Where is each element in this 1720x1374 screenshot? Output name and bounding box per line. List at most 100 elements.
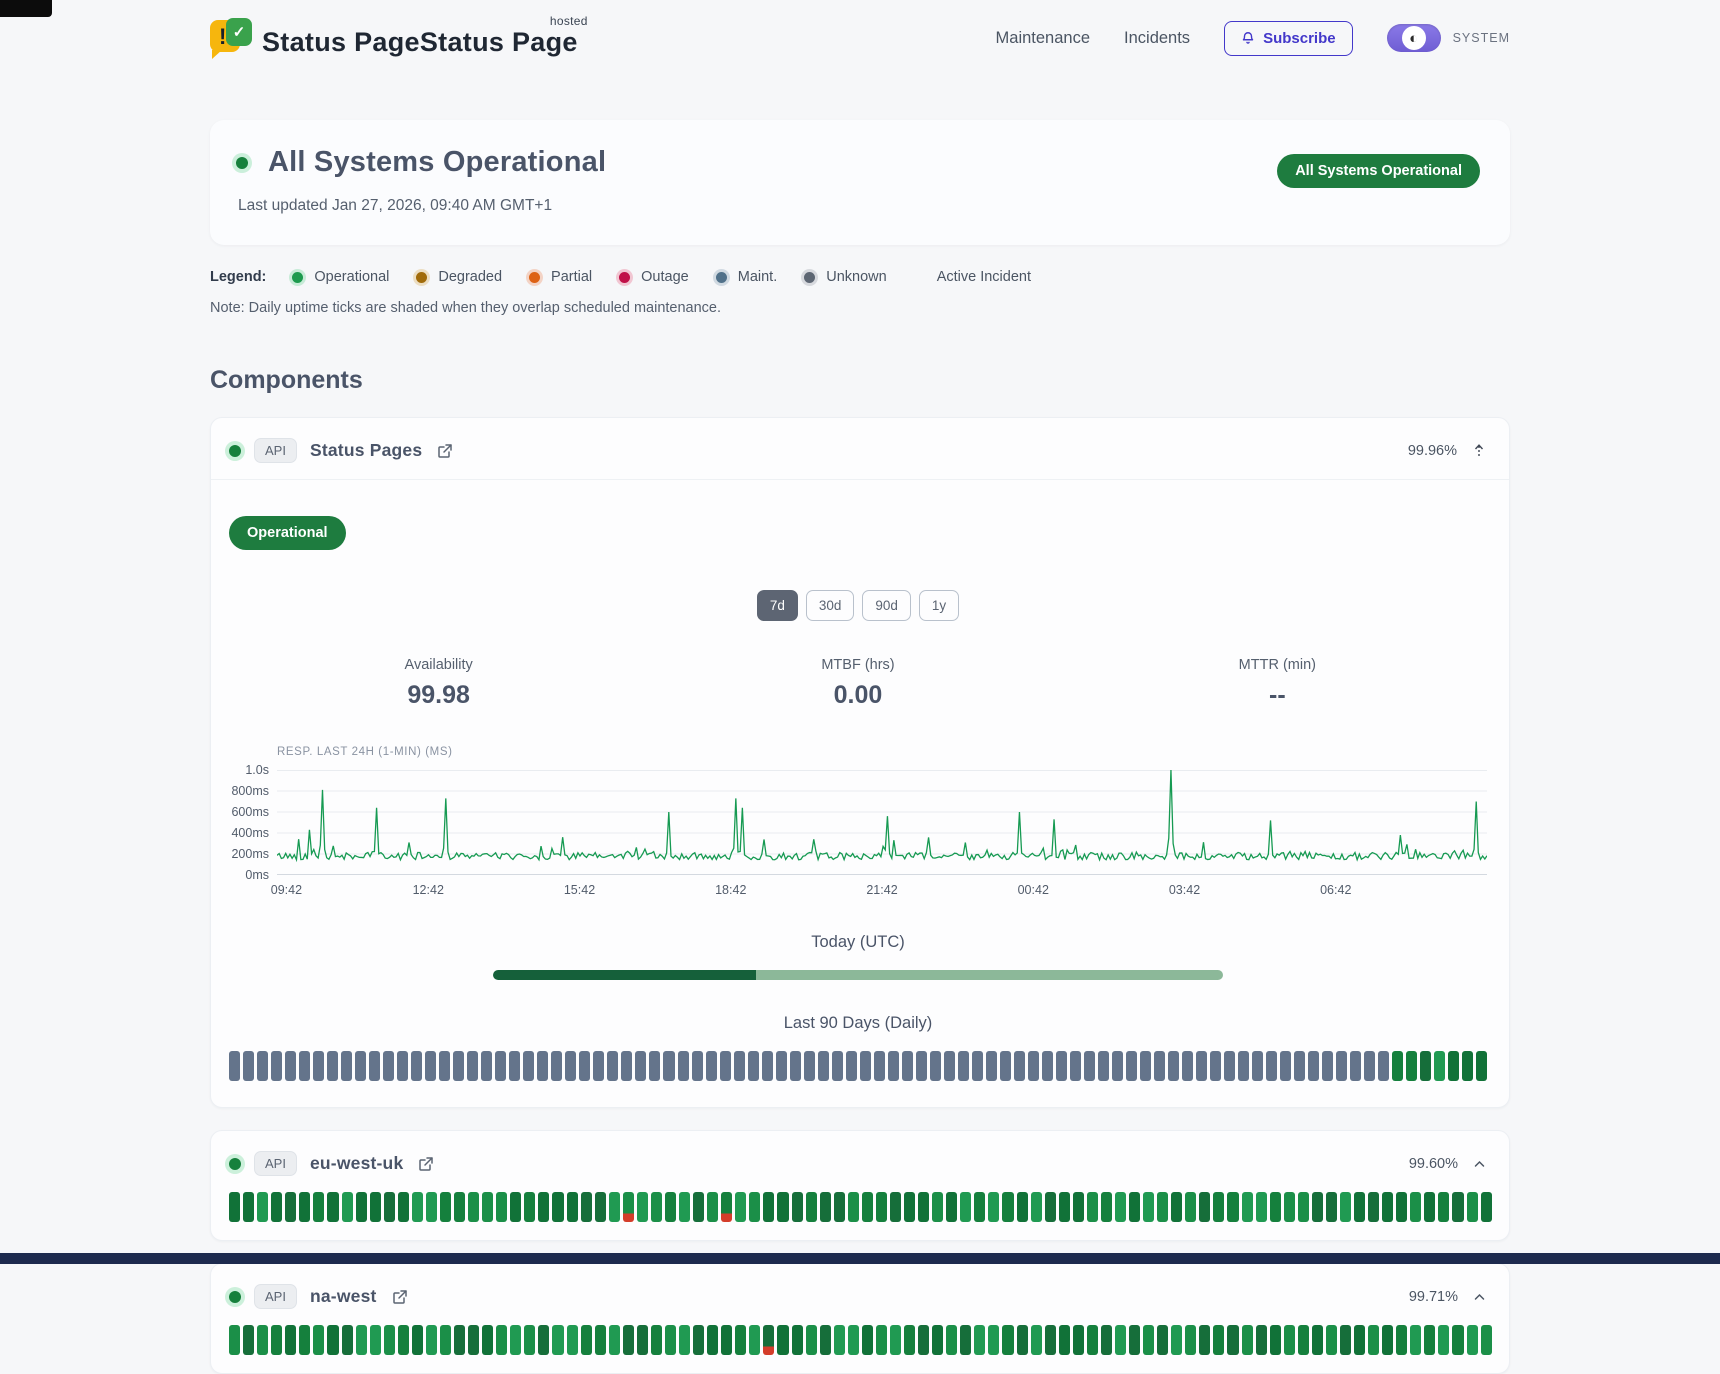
uptime-tick[interactable]	[834, 1325, 845, 1355]
uptime-tick[interactable]	[1143, 1325, 1154, 1355]
uptime-tick[interactable]	[663, 1051, 674, 1081]
uptime-tick[interactable]	[1298, 1325, 1309, 1355]
uptime-tick[interactable]	[510, 1192, 521, 1222]
uptime-tick[interactable]	[874, 1051, 885, 1081]
uptime-tick[interactable]	[1070, 1051, 1081, 1081]
uptime-tick[interactable]	[734, 1051, 745, 1081]
uptime-tick[interactable]	[988, 1325, 999, 1355]
uptime-tick[interactable]	[229, 1192, 240, 1222]
uptime-tick[interactable]	[1031, 1192, 1042, 1222]
uptime-tick[interactable]	[916, 1051, 927, 1081]
nav-item-maintenance[interactable]: Maintenance	[996, 29, 1090, 48]
uptime-tick[interactable]	[804, 1051, 815, 1081]
uptime-tick[interactable]	[790, 1051, 801, 1081]
uptime-tick[interactable]	[551, 1051, 562, 1081]
brand-logo[interactable]: ! ✓ Status PageStatus Page hosted	[210, 18, 582, 58]
uptime-tick[interactable]	[1424, 1325, 1435, 1355]
uptime-tick[interactable]	[355, 1051, 366, 1081]
uptime-tick[interactable]	[1073, 1192, 1084, 1222]
uptime-tick[interactable]	[1087, 1325, 1098, 1355]
uptime-tick[interactable]	[1171, 1325, 1182, 1355]
uptime-tick[interactable]	[792, 1192, 803, 1222]
uptime-tick[interactable]	[1252, 1051, 1263, 1081]
uptime-tick[interactable]	[1045, 1192, 1056, 1222]
uptime-tick[interactable]	[1326, 1192, 1337, 1222]
uptime-tick[interactable]	[595, 1325, 606, 1355]
uptime-tick[interactable]	[1129, 1325, 1140, 1355]
uptime-tick[interactable]	[1084, 1051, 1095, 1081]
uptime-tick[interactable]	[509, 1051, 520, 1081]
uptime-tick[interactable]	[749, 1325, 760, 1355]
uptime-tick[interactable]	[398, 1192, 409, 1222]
uptime-tick[interactable]	[651, 1325, 662, 1355]
uptime-tick[interactable]	[860, 1051, 871, 1081]
uptime-tick[interactable]	[763, 1325, 774, 1355]
uptime-tick[interactable]	[679, 1325, 690, 1355]
uptime-tick[interactable]	[904, 1325, 915, 1355]
uptime-tick[interactable]	[777, 1192, 788, 1222]
uptime-tick[interactable]	[1256, 1325, 1267, 1355]
uptime-tick[interactable]	[426, 1325, 437, 1355]
uptime-tick[interactable]	[846, 1051, 857, 1081]
uptime-tick[interactable]	[426, 1192, 437, 1222]
uptime-tick[interactable]	[748, 1051, 759, 1081]
uptime-tick[interactable]	[356, 1192, 367, 1222]
external-link-icon[interactable]	[437, 443, 453, 459]
uptime-tick[interactable]	[721, 1325, 732, 1355]
uptime-tick[interactable]	[1266, 1051, 1277, 1081]
uptime-tick[interactable]	[678, 1051, 689, 1081]
uptime-tick[interactable]	[749, 1192, 760, 1222]
uptime-tick[interactable]	[707, 1325, 718, 1355]
uptime-tick[interactable]	[524, 1325, 535, 1355]
uptime-tick[interactable]	[454, 1192, 465, 1222]
uptime-tick[interactable]	[1028, 1051, 1039, 1081]
uptime-tick[interactable]	[1098, 1051, 1109, 1081]
uptime-tick[interactable]	[1396, 1325, 1407, 1355]
uptime-tick[interactable]	[229, 1325, 240, 1355]
uptime-tick[interactable]	[890, 1325, 901, 1355]
uptime-tick[interactable]	[876, 1325, 887, 1355]
uptime-tick[interactable]	[776, 1051, 787, 1081]
uptime-tick[interactable]	[327, 1192, 338, 1222]
uptime-tick[interactable]	[496, 1325, 507, 1355]
uptime-tick[interactable]	[341, 1051, 352, 1081]
uptime-tick[interactable]	[1199, 1325, 1210, 1355]
uptime-tick[interactable]	[1126, 1051, 1137, 1081]
uptime-tick[interactable]	[792, 1325, 803, 1355]
uptime-tick[interactable]	[1238, 1051, 1249, 1081]
uptime-tick[interactable]	[1420, 1051, 1431, 1081]
uptime-tick[interactable]	[425, 1051, 436, 1081]
uptime-tick[interactable]	[649, 1051, 660, 1081]
external-link-icon[interactable]	[392, 1289, 408, 1305]
uptime-tick[interactable]	[313, 1192, 324, 1222]
uptime-tick[interactable]	[1115, 1192, 1126, 1222]
uptime-tick[interactable]	[1213, 1192, 1224, 1222]
uptime-tick[interactable]	[356, 1325, 367, 1355]
uptime-tick[interactable]	[1368, 1325, 1379, 1355]
uptime-tick[interactable]	[904, 1192, 915, 1222]
uptime-tick[interactable]	[1340, 1192, 1351, 1222]
uptime-tick[interactable]	[1199, 1192, 1210, 1222]
uptime-tick[interactable]	[440, 1325, 451, 1355]
uptime-tick[interactable]	[1042, 1051, 1053, 1081]
uptime-tick[interactable]	[1002, 1192, 1013, 1222]
uptime-tick[interactable]	[243, 1325, 254, 1355]
uptime-tick[interactable]	[944, 1051, 955, 1081]
uptime-tick[interactable]	[1171, 1192, 1182, 1222]
uptime-tick[interactable]	[537, 1051, 548, 1081]
uptime-tick[interactable]	[918, 1192, 929, 1222]
range-button-90d[interactable]: 90d	[862, 590, 911, 621]
uptime-tick[interactable]	[721, 1192, 732, 1222]
uptime-tick[interactable]	[806, 1325, 817, 1355]
uptime-tick[interactable]	[637, 1325, 648, 1355]
uptime-tick[interactable]	[257, 1325, 268, 1355]
range-button-1y[interactable]: 1y	[919, 590, 959, 621]
uptime-tick[interactable]	[1227, 1325, 1238, 1355]
uptime-tick[interactable]	[1322, 1051, 1333, 1081]
uptime-tick[interactable]	[1185, 1192, 1196, 1222]
uptime-tick[interactable]	[342, 1325, 353, 1355]
uptime-tick[interactable]	[1242, 1325, 1253, 1355]
uptime-tick[interactable]	[1213, 1325, 1224, 1355]
uptime-tick[interactable]	[1031, 1325, 1042, 1355]
uptime-tick[interactable]	[327, 1325, 338, 1355]
